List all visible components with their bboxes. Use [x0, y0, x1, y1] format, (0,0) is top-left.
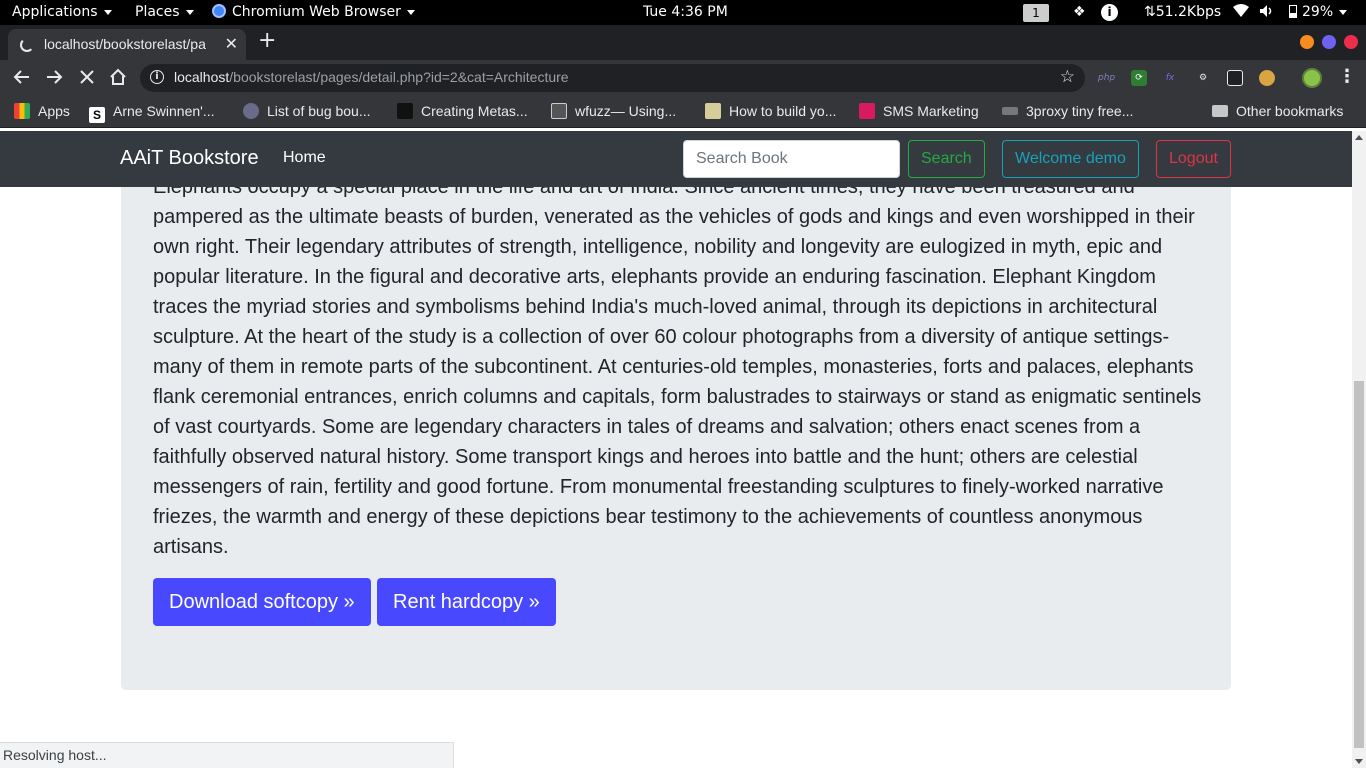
- url-path: /bookstorelast/pages/detail.php?id=2&cat…: [229, 69, 569, 85]
- close-window-button[interactable]: [1344, 35, 1358, 49]
- bookmark-label: List of bug bou...: [267, 103, 371, 119]
- fox-extension-icon[interactable]: fx: [1162, 70, 1178, 86]
- chevron-down-icon: [1339, 9, 1348, 15]
- bookmark-label: wfuzz— Using...: [575, 103, 677, 119]
- url-host: localhost: [174, 69, 230, 85]
- book-description: Elephants occupy a special place in the …: [153, 176, 1202, 558]
- applications-menu[interactable]: Applications: [12, 4, 112, 21]
- chevron-down-icon: [185, 9, 194, 15]
- clock[interactable]: Tue 4:36 PM: [643, 4, 728, 21]
- bookmark-label: Arne Swinnen'...: [113, 103, 215, 119]
- wifi-icon[interactable]: [1233, 4, 1249, 23]
- php-extension-icon[interactable]: php: [1098, 70, 1115, 86]
- bookmark-label: Apps: [38, 103, 70, 119]
- wfuzz-favicon-icon: [551, 103, 567, 119]
- home-icon: [110, 68, 126, 85]
- book-detail-panel: Elephants occupy a special place in the …: [121, 131, 1231, 690]
- applications-label: Applications: [12, 4, 98, 20]
- browser-menu-icon[interactable]: ⋮: [1338, 66, 1356, 87]
- bookmark-item[interactable]: 3proxy tiny free...: [1002, 103, 1133, 119]
- download-softcopy-button[interactable]: Download softcopy »: [153, 578, 371, 626]
- forward-arrow-icon: [47, 70, 63, 84]
- maximize-button[interactable]: [1322, 35, 1336, 49]
- search-button[interactable]: Search: [908, 140, 985, 178]
- page-favicon-icon: [705, 103, 721, 119]
- dropbox-icon[interactable]: ❖: [1073, 4, 1086, 21]
- active-app-label: Chromium Web Browser: [232, 4, 401, 20]
- bookmark-item[interactable]: List of bug bou...: [243, 103, 371, 119]
- home-button[interactable]: [108, 67, 128, 92]
- back-button[interactable]: [12, 67, 32, 92]
- loading-spinner-icon: [20, 38, 34, 52]
- battery-percent: 29%: [1302, 4, 1334, 20]
- bookmark-star-icon[interactable]: ☆: [1060, 67, 1075, 87]
- bookmark-item[interactable]: S Arne Swinnen'...: [89, 103, 215, 123]
- address-bar[interactable]: i localhost/bookstorelast/pages/detail.p…: [140, 64, 1085, 92]
- chevron-down-icon: [103, 9, 112, 15]
- tab-active[interactable]: localhost/bookstorelast/pa ✕: [8, 29, 246, 60]
- site-info-icon[interactable]: i: [150, 70, 164, 84]
- battery-indicator[interactable]: 29%: [1289, 4, 1348, 21]
- bookmark-item[interactable]: wfuzz— Using...: [551, 103, 676, 119]
- site-brand[interactable]: AAiT Bookstore: [120, 147, 259, 170]
- places-label: Places: [135, 4, 180, 20]
- places-menu[interactable]: Places: [135, 4, 194, 21]
- info-icon[interactable]: i: [1101, 4, 1118, 21]
- bookmark-item[interactable]: How to build yo...: [705, 103, 836, 119]
- browser-toolbar: i localhost/bookstorelast/pages/detail.p…: [0, 60, 1366, 96]
- forward-button[interactable]: [44, 67, 64, 92]
- site-navbar: AAiT Bookstore Home Search Welcome demo …: [0, 131, 1352, 187]
- cookie-extension-icon[interactable]: [1259, 70, 1275, 86]
- proxy-favicon-icon: [1002, 107, 1018, 115]
- bookmark-item[interactable]: SMS Marketing: [859, 103, 979, 119]
- folder-icon: [1212, 105, 1228, 117]
- profile-avatar[interactable]: [1302, 68, 1322, 88]
- chromium-icon: [212, 4, 226, 18]
- welcome-button[interactable]: Welcome demo: [1002, 140, 1139, 178]
- bookmark-item[interactable]: Creating Metas...: [397, 103, 528, 119]
- apps-grid-icon: [14, 103, 30, 119]
- minimize-button[interactable]: [1300, 35, 1314, 49]
- tab-strip: localhost/bookstorelast/pa ✕ +: [0, 25, 1366, 60]
- bookmark-label: Other bookmarks: [1236, 103, 1344, 119]
- search-input[interactable]: [683, 140, 900, 178]
- page-viewport: Elephants occupy a special place in the …: [0, 131, 1352, 768]
- bookmark-label: Creating Metas...: [421, 103, 528, 119]
- stop-icon: [80, 70, 94, 84]
- scroll-up-icon[interactable]: [1355, 135, 1363, 140]
- tab-title: localhost/bookstorelast/pa: [44, 36, 206, 52]
- scrollbar-thumb[interactable]: [1354, 381, 1364, 748]
- new-tab-button[interactable]: +: [258, 30, 276, 52]
- bookmark-label: 3proxy tiny free...: [1026, 103, 1134, 119]
- workspace-indicator[interactable]: 1: [1023, 4, 1049, 22]
- logout-button[interactable]: Logout: [1156, 140, 1231, 178]
- back-arrow-icon: [13, 70, 29, 84]
- rent-hardcopy-button[interactable]: Rent hardcopy »: [377, 578, 556, 626]
- s-favicon-icon: S: [89, 107, 105, 123]
- bookmark-apps[interactable]: Apps: [14, 103, 70, 119]
- network-speed[interactable]: ⇅51.2Kbps: [1144, 4, 1221, 21]
- chevron-down-icon: [406, 9, 415, 15]
- scroll-down-icon[interactable]: [1355, 759, 1363, 764]
- status-bubble: Resolving host...: [0, 742, 454, 768]
- close-tab-icon[interactable]: ✕: [225, 34, 238, 53]
- url-text: localhost/bookstorelast/pages/detail.php…: [174, 69, 569, 85]
- bookmark-label: SMS Marketing: [883, 103, 979, 119]
- package-extension-icon[interactable]: [1227, 70, 1243, 86]
- nav-home-link[interactable]: Home: [283, 149, 326, 167]
- refresh-extension-icon[interactable]: ⟳: [1131, 70, 1147, 86]
- bookmark-other[interactable]: Other bookmarks: [1212, 103, 1343, 119]
- volume-icon[interactable]: [1259, 4, 1275, 23]
- person-favicon-icon: [397, 103, 413, 119]
- active-app-menu[interactable]: Chromium Web Browser: [212, 4, 415, 21]
- page-scrollbar[interactable]: [1352, 131, 1366, 768]
- os-top-panel: Applications Places Chromium Web Browser…: [0, 0, 1366, 25]
- bookmark-label: How to build yo...: [729, 103, 837, 119]
- bug-favicon-icon: [243, 103, 259, 119]
- battery-icon: [1289, 5, 1297, 18]
- sms-favicon-icon: [859, 103, 875, 119]
- bookmarks-bar: Apps S Arne Swinnen'... List of bug bou..…: [0, 96, 1366, 128]
- stop-loading-button[interactable]: [77, 67, 97, 92]
- cookie-grid-extension-icon[interactable]: ⚙: [1195, 70, 1211, 86]
